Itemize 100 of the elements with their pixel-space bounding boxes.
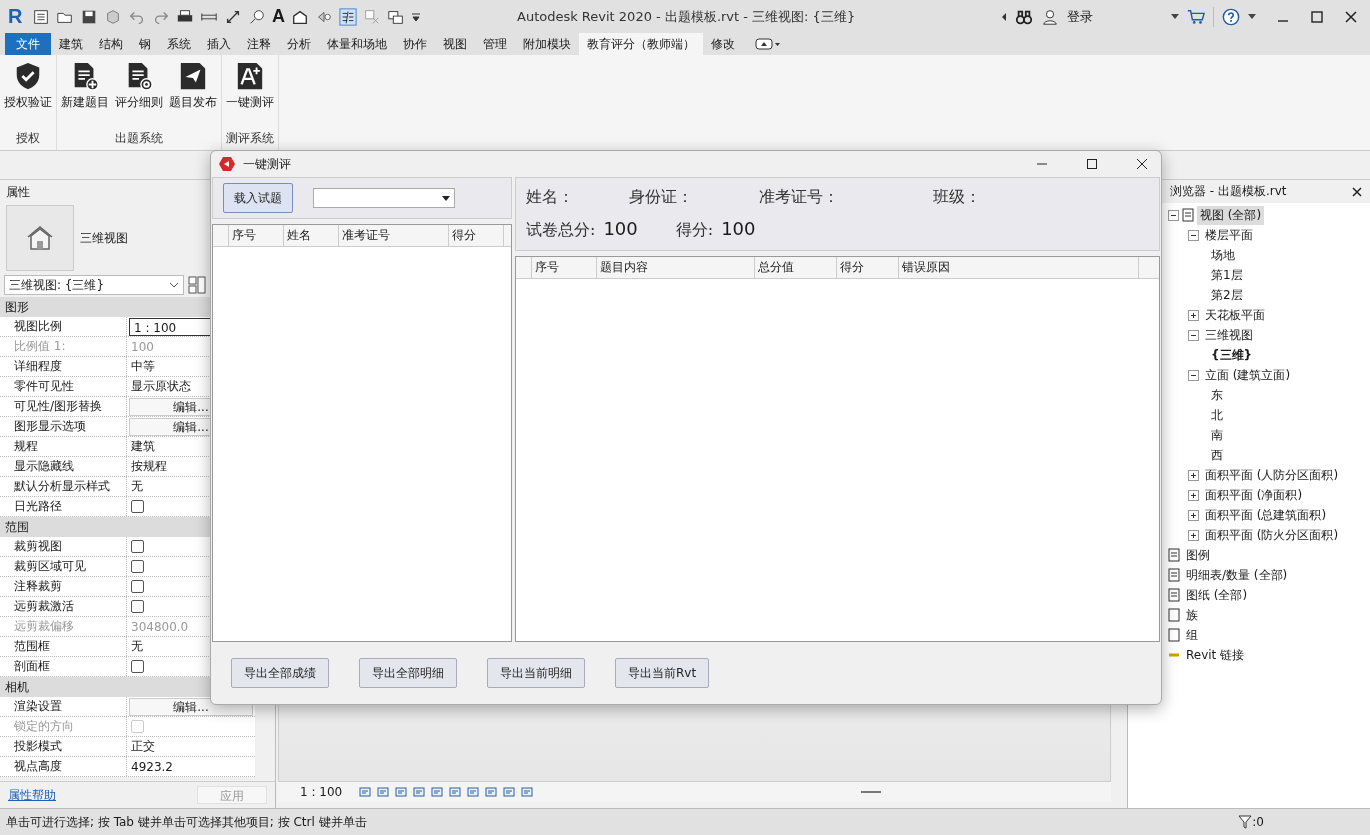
text-tool-button[interactable]: A [272,6,285,27]
properties-help-link[interactable]: 属性帮助 [8,786,56,804]
tree-item[interactable]: Revit 链接 [1183,645,1248,665]
ribbon-tab[interactable]: 协作 [395,33,435,55]
expand-toggle-icon[interactable] [1168,209,1179,221]
tree-item[interactable]: 西 [1208,445,1226,465]
expand-toggle-icon[interactable] [1188,229,1199,241]
tree-item[interactable]: 三维视图 [1202,325,1256,345]
close-icon[interactable] [1135,157,1149,171]
column-header[interactable]: 得分 [449,225,504,246]
ribbon-tab[interactable]: 文件 [5,33,51,55]
column-header[interactable]: 得分 [837,257,899,278]
close-icon[interactable] [1344,9,1358,24]
tree-item[interactable]: 明细表/数量 (全部) [1183,565,1291,585]
tree-item[interactable]: 视图 (全部) [1197,205,1265,225]
column-header[interactable]: 准考证号 [339,225,449,246]
collapse-arrow-icon[interactable] [1001,11,1007,22]
ribbon-tab[interactable]: 钢 [131,33,159,55]
dropdown-caret-icon[interactable] [1171,14,1179,19]
expand-toggle-icon[interactable] [1188,509,1199,521]
edit-type-icon[interactable] [188,276,206,294]
login-button[interactable]: 登录 [1067,7,1093,26]
expand-toggle-icon[interactable] [1188,309,1199,321]
property-label: 范围框 [0,637,127,656]
panel-toggle-icon[interactable] [755,38,781,50]
tree-item[interactable]: 第2层 [1208,285,1246,305]
export-button[interactable]: 导出当前Rvt [615,658,710,688]
tree-item[interactable]: 族 [1183,605,1201,625]
column-header[interactable]: 错误原因 [899,257,1139,278]
expand-toggle-icon[interactable] [1188,369,1199,381]
tree-item[interactable]: {三维} [1208,345,1256,365]
column-header[interactable]: 总分值 [755,257,837,278]
tree-item[interactable]: 面积平面 (总建筑面积) [1202,505,1330,525]
checkbox[interactable] [131,660,144,673]
tree-item[interactable]: 东 [1208,385,1226,405]
expand-toggle-icon[interactable] [1188,489,1199,501]
column-header[interactable]: 序号 [532,257,597,278]
export-button[interactable]: 导出全部明细 [359,658,457,688]
export-button[interactable]: 导出当前明细 [487,658,585,688]
help-icon[interactable] [1222,7,1240,26]
type-selector[interactable]: 三维视图: {三维} [4,275,184,295]
ribbon-tab[interactable]: 修改 [703,33,743,55]
document-icon [1182,208,1194,222]
tree-item[interactable]: 场地 [1208,245,1238,265]
ribbon-tab[interactable]: 插入 [199,33,239,55]
expand-toggle-icon[interactable] [1188,329,1199,341]
info-label: 班级： [933,187,982,208]
checkbox[interactable] [131,540,144,553]
panel-title: 出题系统 [115,130,163,147]
column-header[interactable]: 姓名 [284,225,339,246]
tree-item[interactable]: 图纸 (全部) [1183,585,1251,605]
dropdown-caret-icon [442,195,450,201]
checkbox[interactable] [131,560,144,573]
scroll-handle-icon[interactable] [861,790,881,794]
ribbon-button[interactable]: 评分细则 [113,59,165,130]
cart-icon[interactable] [1187,7,1205,26]
tree-item[interactable]: 北 [1208,405,1226,425]
ribbon-tab[interactable]: 视图 [435,33,475,55]
ribbon-tab[interactable]: 分析 [279,33,319,55]
tree-item[interactable]: 面积平面 (防火分区面积) [1202,525,1342,545]
tree-item[interactable]: 面积平面 (净面积) [1202,485,1306,505]
filter-icon[interactable] [1238,815,1253,829]
expand-toggle-icon[interactable] [1188,529,1199,541]
ribbon-tab[interactable]: 教育评分（教师端） [579,33,703,55]
ribbon-tab[interactable]: 结构 [91,33,131,55]
ribbon-tab[interactable]: 注释 [239,33,279,55]
tree-item[interactable]: 第1层 [1208,265,1246,285]
dropdown-caret-icon[interactable] [1248,14,1256,19]
tree-item[interactable]: 楼层平面 [1202,225,1256,245]
ribbon-button[interactable]: 新建题目 [59,59,111,130]
property-value: 中等 [130,358,155,375]
close-icon[interactable] [1352,186,1362,197]
customize-caret-icon[interactable] [411,11,421,22]
checkbox[interactable] [131,500,144,513]
expand-toggle-icon[interactable] [1188,469,1199,481]
load-exam-button[interactable]: 载入试题 [223,183,293,213]
ribbon-tab[interactable]: 体量和场地 [319,33,395,55]
tree-item[interactable]: 组 [1183,625,1201,645]
ribbon-tab[interactable]: 管理 [475,33,515,55]
tree-item[interactable]: 图例 [1183,545,1213,565]
checkbox[interactable] [131,580,144,593]
tree-item[interactable]: 立面 (建筑立面) [1202,365,1294,385]
app-logo[interactable]: R [8,5,26,28]
property-label: 图形显示选项 [0,417,127,436]
export-button[interactable]: 导出全部成绩 [231,658,329,688]
ribbon-button[interactable]: 题目发布 [167,59,219,130]
column-header[interactable]: 题目内容 [597,257,755,278]
props-icon[interactable] [32,7,50,26]
ribbon-tab[interactable]: 附加模块 [515,33,579,55]
maximize-icon[interactable] [1085,157,1099,171]
ribbon-tab[interactable]: 系统 [159,33,199,55]
view-scale[interactable]: 1 : 100 [300,785,343,799]
column-header[interactable]: 序号 [229,225,284,246]
tree-item[interactable]: 南 [1208,425,1226,445]
tree-item[interactable]: 天花板平面 [1202,305,1268,325]
checkbox[interactable] [131,600,144,613]
tree-item[interactable]: 面积平面 (人防分区面积) [1202,465,1342,485]
ribbon-button[interactable]: 授权验证 [2,59,54,130]
ribbon-tab[interactable]: 建筑 [51,33,91,55]
ribbon-button[interactable]: 一键测评 [224,59,276,130]
